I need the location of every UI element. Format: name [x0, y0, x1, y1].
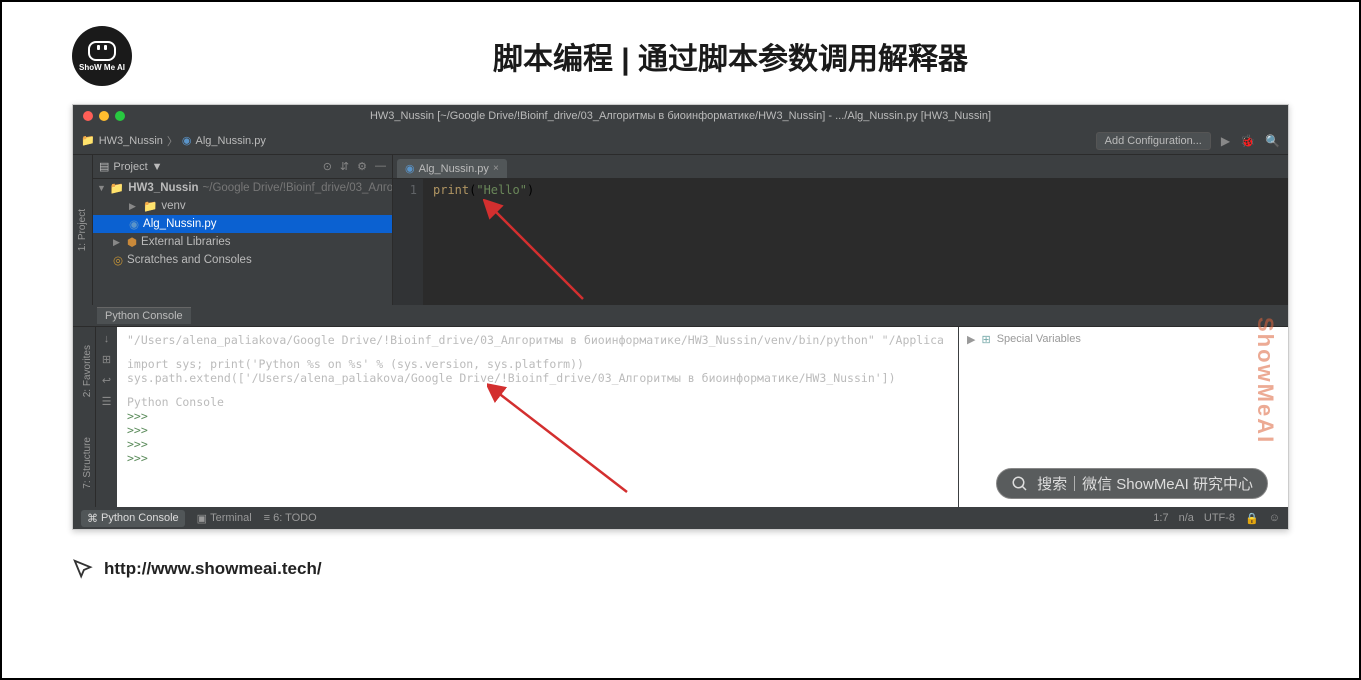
- console-output[interactable]: "/Users/alena_paliakova/Google Drive/!Bi…: [117, 327, 958, 507]
- editor-tab[interactable]: ◉ Alg_Nussin.py ×: [397, 159, 507, 178]
- prompt: >>>: [127, 451, 948, 465]
- watermark-search-badge: 搜索｜微信 ShowMeAI 研究中心: [996, 468, 1268, 499]
- tree-item-scratches[interactable]: ◎ Scratches and Consoles: [93, 251, 392, 269]
- project-tree: ▼📁 HW3_Nussin ~/Google Drive/!Bioinf_dri…: [93, 179, 392, 305]
- collapse-icon[interactable]: ⇵: [340, 160, 349, 173]
- python-file-icon: ◉: [405, 162, 415, 175]
- locate-icon[interactable]: ⊙: [323, 160, 332, 173]
- python-file-icon: ◉: [182, 134, 192, 147]
- prompt: >>>: [127, 437, 948, 451]
- tree-item-external-libraries[interactable]: ▶⬢ External Libraries: [93, 233, 392, 251]
- cursor-position: 1:7: [1153, 512, 1168, 524]
- sidebar-tab-project[interactable]: 1: Project: [73, 155, 93, 305]
- sidebar-tab-favorites[interactable]: 2: Favorites: [73, 345, 93, 397]
- close-icon[interactable]: ×: [493, 163, 499, 174]
- slide-title: 脚本编程 | 通过脚本参数调用解释器: [162, 34, 1299, 78]
- tree-root[interactable]: ▼📁 HW3_Nussin ~/Google Drive/!Bioinf_dri…: [93, 179, 392, 197]
- encoding[interactable]: UTF-8: [1204, 512, 1235, 524]
- sidebar-tab-structure[interactable]: 7: Structure: [73, 437, 93, 489]
- window-maximize-button[interactable]: [115, 111, 125, 121]
- window-minimize-button[interactable]: [99, 111, 109, 121]
- console-line: Python Console: [127, 395, 948, 409]
- console-line: import sys; print('Python %s on %s' % (s…: [127, 357, 948, 371]
- expand-icon[interactable]: ⊞: [102, 353, 111, 366]
- breadcrumb-separator: 〉: [167, 133, 178, 149]
- line-number: 1: [410, 183, 417, 197]
- console-tab[interactable]: Python Console: [97, 307, 191, 324]
- cursor-icon: [72, 558, 94, 580]
- tree-item-venv[interactable]: ▶📁 venv: [93, 197, 392, 215]
- tree-item-file[interactable]: ◉ Alg_Nussin.py: [93, 215, 392, 233]
- window-title: HW3_Nussin [~/Google Drive/!Bioinf_drive…: [370, 110, 991, 122]
- panel-title: Project: [113, 161, 147, 173]
- console-line: sys.path.extend(['/Users/alena_paliakova…: [127, 371, 948, 385]
- logo-text: ShoW Me AI: [79, 63, 125, 72]
- prompt: >>>: [127, 409, 948, 423]
- debug-icon[interactable]: 🐞: [1240, 134, 1255, 148]
- lock-icon[interactable]: 🔒: [1245, 512, 1259, 525]
- breadcrumb-project: HW3_Nussin: [99, 135, 163, 147]
- prompt: >>>: [127, 423, 948, 437]
- search-icon: [1011, 475, 1029, 493]
- folder-icon: ▤: [99, 160, 109, 173]
- project-tool-window: ▤ Project ▼ ⊙ ⇵ ⚙ — ▼📁 HW3_Nussin ~/Goog…: [93, 155, 393, 305]
- hide-icon[interactable]: —: [375, 160, 386, 173]
- window-close-button[interactable]: [83, 111, 93, 121]
- code-area[interactable]: 1 print("Hello"): [393, 179, 1288, 305]
- console-line: "/Users/alena_paliakova/Google Drive/!Bi…: [127, 333, 948, 347]
- footer-url: http://www.showmeai.tech/: [104, 559, 322, 579]
- add-configuration-button[interactable]: Add Configuration...: [1096, 132, 1211, 150]
- scroll-icon[interactable]: ↓: [104, 333, 110, 345]
- status-python-console[interactable]: ⌘Python Console: [81, 510, 185, 527]
- breadcrumb-file: Alg_Nussin.py: [196, 135, 266, 147]
- breadcrumb[interactable]: 📁 HW3_Nussin 〉 ◉ Alg_Nussin.py: [81, 133, 266, 149]
- status-terminal[interactable]: ▣Terminal: [197, 510, 252, 527]
- navigation-bar: 📁 HW3_Nussin 〉 ◉ Alg_Nussin.py Add Confi…: [73, 127, 1288, 155]
- status-na: n/a: [1179, 512, 1194, 524]
- logo: ShoW Me AI: [72, 26, 132, 86]
- wrap-icon[interactable]: ↩: [102, 374, 111, 387]
- caret-icon: ▶: [967, 333, 975, 346]
- run-icon[interactable]: ▶: [1221, 134, 1230, 148]
- dropdown-icon[interactable]: ▼: [152, 161, 163, 173]
- status-todo[interactable]: ≡6: TODO: [264, 510, 317, 527]
- gear-icon[interactable]: ⚙: [357, 160, 367, 173]
- status-bar: ⌘Python Console ▣Terminal ≡6: TODO 1:7 n…: [73, 507, 1288, 529]
- inspector-icon[interactable]: ☺: [1269, 512, 1280, 524]
- window-titlebar: HW3_Nussin [~/Google Drive/!Bioinf_drive…: [73, 105, 1288, 127]
- search-icon[interactable]: 🔍: [1265, 134, 1280, 148]
- editor: ◉ Alg_Nussin.py × 1 print("Hello"): [393, 155, 1288, 305]
- folder-icon: 📁: [81, 134, 95, 147]
- ide-window: HW3_Nussin [~/Google Drive/!Bioinf_drive…: [72, 104, 1289, 530]
- filter-icon[interactable]: ☰: [102, 395, 112, 408]
